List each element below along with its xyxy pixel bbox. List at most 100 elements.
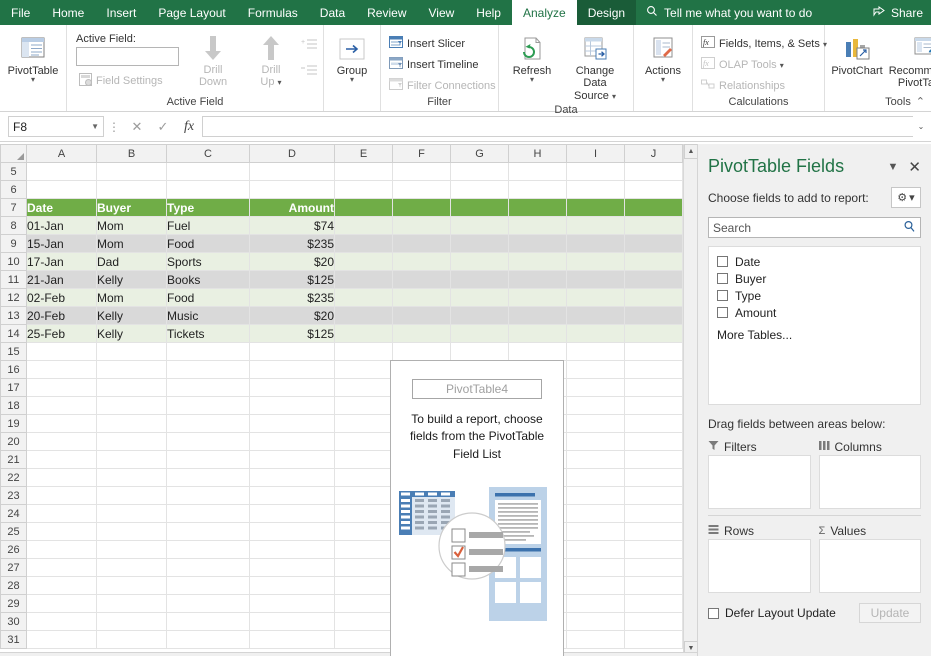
cell-a7[interactable]: Date [27,199,97,217]
active-field-input[interactable] [76,47,179,66]
cell-c12[interactable]: Food [167,289,250,307]
row-header-16[interactable]: 16 [1,361,27,379]
cell-j26[interactable] [625,541,683,559]
cell-i16[interactable] [567,361,625,379]
cell-f11[interactable] [393,271,451,289]
sheet-tabs-strip[interactable] [0,652,697,656]
cell-c31[interactable] [167,631,250,649]
cell-a14[interactable]: 25-Feb [27,325,97,343]
cell-i11[interactable] [567,271,625,289]
cell-e15[interactable] [335,343,393,361]
cell-i7[interactable] [567,199,625,217]
cell-d16[interactable] [250,361,335,379]
cell-a25[interactable] [27,523,97,541]
cell-c9[interactable]: Food [167,235,250,253]
expand-formula-bar-button[interactable]: ⌄ [913,122,929,131]
cell-a20[interactable] [27,433,97,451]
cell-a22[interactable] [27,469,97,487]
cell-f14[interactable] [393,325,451,343]
close-icon[interactable]: ✕ [902,158,921,176]
cell-a16[interactable] [27,361,97,379]
field-item-type[interactable]: Type [717,287,912,304]
cell-j31[interactable] [625,631,683,649]
cell-d20[interactable] [250,433,335,451]
cell-b25[interactable] [97,523,167,541]
cell-b10[interactable]: Dad [97,253,167,271]
fields-pane-menu-button[interactable]: ▼ [884,161,903,173]
worksheet-vertical-scrollbar[interactable]: ▲ ▼ [683,144,697,656]
cell-d23[interactable] [250,487,335,505]
cell-j23[interactable] [625,487,683,505]
cell-d27[interactable] [250,559,335,577]
actions-button[interactable]: Actions ▾ [639,31,687,85]
cell-d28[interactable] [250,577,335,595]
cell-a21[interactable] [27,451,97,469]
drill-up-button[interactable]: Drill Up ▾ [243,30,299,91]
cell-e20[interactable] [335,433,393,451]
confirm-formula-button[interactable]: ✓ [150,119,176,135]
cell-c28[interactable] [167,577,250,595]
cell-g6[interactable] [451,181,509,199]
field-settings-button[interactable]: Field Settings [76,70,179,91]
chevron-down-icon[interactable]: ▾ [530,77,534,83]
cell-j18[interactable] [625,397,683,415]
cell-c13[interactable]: Music [167,307,250,325]
more-tables-link[interactable]: More Tables... [717,328,912,342]
column-header-b[interactable]: B [97,145,167,163]
pivotchart-button[interactable]: PivotChart [830,31,884,79]
cell-j5[interactable] [625,163,683,181]
cell-b22[interactable] [97,469,167,487]
cell-e28[interactable] [335,577,393,595]
cell-b27[interactable] [97,559,167,577]
cell-b8[interactable]: Mom [97,217,167,235]
cell-e13[interactable] [335,307,393,325]
tab-file[interactable]: File [0,0,41,25]
cell-g14[interactable] [451,325,509,343]
cell-e7[interactable] [335,199,393,217]
cell-d15[interactable] [250,343,335,361]
cell-c24[interactable] [167,505,250,523]
tab-view[interactable]: View [418,0,466,25]
cell-j30[interactable] [625,613,683,631]
scroll-up-button[interactable]: ▲ [684,144,697,159]
cell-i6[interactable] [567,181,625,199]
cell-h10[interactable] [509,253,567,271]
cell-d30[interactable] [250,613,335,631]
cell-j16[interactable] [625,361,683,379]
cell-a29[interactable] [27,595,97,613]
cell-i24[interactable] [567,505,625,523]
area-dropzone-values[interactable] [819,539,922,593]
cell-i21[interactable] [567,451,625,469]
cell-j7[interactable] [625,199,683,217]
row-header-20[interactable]: 20 [1,433,27,451]
cell-i23[interactable] [567,487,625,505]
cell-d14[interactable]: $125 [250,325,335,343]
cell-c22[interactable] [167,469,250,487]
cell-d22[interactable] [250,469,335,487]
chevron-down-icon[interactable]: ▾ [661,77,665,83]
chevron-down-icon[interactable]: ▾ [350,77,354,83]
cell-j29[interactable] [625,595,683,613]
cell-j28[interactable] [625,577,683,595]
filter-connections-button[interactable]: Filter Connections [386,75,499,96]
cell-e29[interactable] [335,595,393,613]
cell-h11[interactable] [509,271,567,289]
cell-d19[interactable] [250,415,335,433]
cell-i12[interactable] [567,289,625,307]
update-button[interactable]: Update [859,603,921,623]
cell-d17[interactable] [250,379,335,397]
cell-d24[interactable] [250,505,335,523]
cell-c5[interactable] [167,163,250,181]
cell-i28[interactable] [567,577,625,595]
cell-g7[interactable] [451,199,509,217]
row-header-19[interactable]: 19 [1,415,27,433]
cell-j22[interactable] [625,469,683,487]
row-header-30[interactable]: 30 [1,613,27,631]
row-header-29[interactable]: 29 [1,595,27,613]
cell-e31[interactable] [335,631,393,649]
change-data-source-button[interactable]: Change Data Source ▾ [562,31,628,104]
cell-j9[interactable] [625,235,683,253]
checkbox-icon[interactable] [717,273,728,284]
cell-i30[interactable] [567,613,625,631]
cell-a6[interactable] [27,181,97,199]
